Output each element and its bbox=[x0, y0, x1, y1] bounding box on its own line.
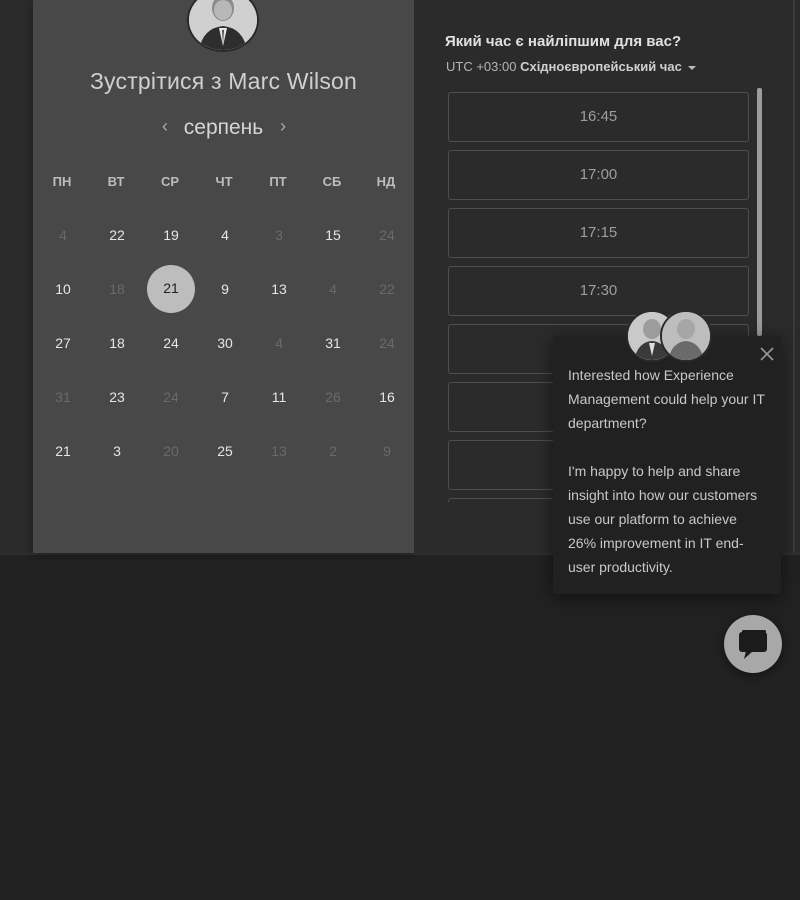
calendar-day[interactable]: 19 bbox=[147, 211, 195, 259]
chevron-right-icon[interactable]: › bbox=[273, 116, 293, 138]
timezone-selector[interactable]: UTC +03:00 Східноєвропейський час bbox=[446, 59, 696, 74]
calendar-day[interactable]: 15 bbox=[309, 211, 357, 259]
calendar-day[interactable]: 23 bbox=[93, 373, 141, 421]
calendar-day: 20 bbox=[163, 443, 179, 459]
time-question: Який час є найліпшим для вас? bbox=[445, 33, 682, 50]
weekday-label: ПТ bbox=[269, 174, 287, 189]
calendar-day[interactable]: 7 bbox=[201, 373, 249, 421]
calendar-day: 18 bbox=[109, 281, 125, 297]
calendar-day: 9 bbox=[383, 443, 391, 459]
calendar-day: 24 bbox=[163, 389, 179, 405]
calendar-day: 31 bbox=[55, 389, 71, 405]
calendar-day: 4 bbox=[275, 335, 283, 351]
time-slot-button[interactable]: 17:00 bbox=[448, 150, 749, 200]
weekday-label: ПН bbox=[52, 174, 72, 189]
calendar-day[interactable]: 3 bbox=[93, 427, 141, 475]
calendar-day[interactable]: 27 bbox=[39, 319, 87, 367]
chat-message-line: Interested how Experience Management cou… bbox=[568, 367, 765, 431]
calendar-day[interactable]: 21 bbox=[39, 427, 87, 475]
calendar-day: 4 bbox=[329, 281, 337, 297]
calendar-day: 4 bbox=[59, 227, 67, 243]
timezone-offset: UTC +03:00 bbox=[446, 59, 517, 74]
weekday-label: СР bbox=[160, 174, 180, 189]
timezone-name: Східноєвропейський час bbox=[520, 59, 682, 74]
calendar-day[interactable]: 30 bbox=[201, 319, 249, 367]
weekday-label: ВТ bbox=[107, 174, 125, 189]
calendar-day: 26 bbox=[325, 389, 341, 405]
calendar-card: Зустрітися з Marc Wilson ‹ серпень › ПН … bbox=[33, 0, 414, 553]
chat-bubble-icon bbox=[739, 630, 767, 659]
calendar-day[interactable]: 24 bbox=[147, 319, 195, 367]
calendar-day[interactable]: 10 bbox=[39, 265, 87, 313]
chat-popup: Interested how Experience Management cou… bbox=[553, 336, 781, 594]
caret-down-icon bbox=[687, 65, 696, 70]
calendar-day: 24 bbox=[379, 335, 395, 351]
chat-message: Interested how Experience Management cou… bbox=[568, 363, 768, 603]
month-label: серпень bbox=[183, 116, 264, 139]
weekday-label: СБ bbox=[322, 174, 342, 189]
agent-avatar bbox=[660, 310, 712, 362]
month-navigation: ‹ серпень › bbox=[33, 114, 414, 144]
weekday-label: НД bbox=[376, 174, 396, 189]
calendar-day-selected[interactable]: 21 bbox=[147, 265, 195, 313]
host-avatar bbox=[187, 0, 259, 52]
calendar-day[interactable]: 16 bbox=[363, 373, 411, 421]
chat-launcher-button[interactable] bbox=[724, 615, 782, 673]
calendar-day[interactable]: 9 bbox=[201, 265, 249, 313]
chat-agents bbox=[626, 310, 712, 362]
calendar-day: 22 bbox=[379, 281, 395, 297]
calendar-day: 2 bbox=[329, 443, 337, 459]
page-title: Зустрітися з Marc Wilson bbox=[89, 68, 358, 94]
calendar-day[interactable]: 31 bbox=[309, 319, 357, 367]
calendar-day[interactable]: 4 bbox=[201, 211, 249, 259]
panel-right-border bbox=[793, 0, 795, 553]
calendar-day[interactable]: 11 bbox=[255, 373, 303, 421]
calendar-day[interactable]: 22 bbox=[93, 211, 141, 259]
calendar-day[interactable]: 13 bbox=[255, 265, 303, 313]
calendar-day[interactable]: 25 bbox=[201, 427, 249, 475]
calendar-day[interactable]: 18 bbox=[93, 319, 141, 367]
calendar-day: 3 bbox=[275, 227, 283, 243]
time-slot-button[interactable]: 17:15 bbox=[448, 208, 749, 258]
calendar-day: 13 bbox=[271, 443, 287, 459]
slot-scrollbar[interactable] bbox=[757, 88, 762, 336]
weekday-header: ПН ВТ СР ЧТ ПТ СБ НД bbox=[35, 174, 413, 192]
chat-message-line: I'm happy to help and share insight into… bbox=[568, 463, 758, 575]
time-slot-button[interactable]: 17:30 bbox=[448, 266, 749, 316]
weekday-label: ЧТ bbox=[215, 174, 233, 189]
close-icon[interactable] bbox=[758, 345, 776, 363]
time-slot-button[interactable]: 16:45 bbox=[448, 92, 749, 142]
calendar-day: 24 bbox=[379, 227, 395, 243]
